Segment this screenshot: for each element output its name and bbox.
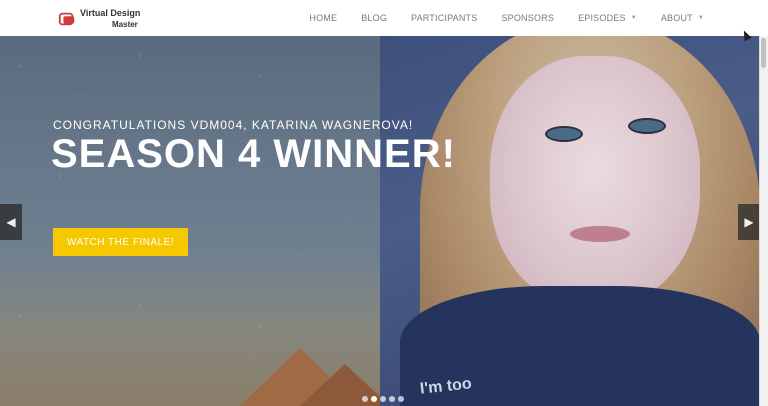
chevron-right-icon: ▶ xyxy=(744,215,754,229)
vdm-logo-icon xyxy=(58,12,75,26)
main-nav: HOME BLOG PARTICIPANTS SPONSORS EPISODES… xyxy=(285,0,704,36)
nav-about[interactable]: ABOUT ▼ xyxy=(661,13,704,23)
nav-sponsors-label: SPONSORS xyxy=(501,13,555,23)
logo-line1: Virtual Design xyxy=(80,8,141,18)
nav-episodes[interactable]: EPISODES ▼ xyxy=(578,13,637,23)
nav-blog[interactable]: BLOG xyxy=(361,13,387,23)
slider-dot-3[interactable] xyxy=(380,396,386,402)
nav-home-label: HOME xyxy=(309,13,338,23)
nav-participants-label: PARTICIPANTS xyxy=(411,13,478,23)
chevron-left-icon: ◀ xyxy=(6,215,16,229)
slider-dot-1[interactable] xyxy=(362,396,368,402)
nav-home[interactable]: HOME xyxy=(309,13,337,23)
slider-dot-5[interactable] xyxy=(398,396,404,402)
photo-eye-right xyxy=(628,118,666,134)
photo-face xyxy=(490,56,700,306)
slider-next-button[interactable]: ▶ xyxy=(738,204,760,240)
watch-finale-button[interactable]: WATCH THE FINALE! xyxy=(53,228,188,256)
slider-prev-button[interactable]: ◀ xyxy=(0,204,22,240)
nav-participants[interactable]: PARTICIPANTS xyxy=(411,13,477,23)
slider-dot-2[interactable] xyxy=(371,396,377,402)
hero-slider: I'm too CONGRATULATIONS VDM004, KATARINA… xyxy=(0,36,760,406)
hero-background-sky xyxy=(0,36,390,406)
logo-text: Virtual Design Master xyxy=(80,8,140,30)
winner-photo: I'm too xyxy=(380,36,760,406)
chevron-down-icon: ▼ xyxy=(630,15,637,21)
nav-episodes-label: EPISODES xyxy=(578,13,626,23)
chevron-down-icon: ▼ xyxy=(697,15,704,21)
slider-dots xyxy=(362,396,407,402)
scrollbar-thumb[interactable] xyxy=(761,38,766,68)
photo-eye-left xyxy=(545,126,583,142)
site-header: Virtual Design Master HOME BLOG PARTICIP… xyxy=(0,0,768,37)
nav-sponsors[interactable]: SPONSORS xyxy=(501,13,554,23)
photo-lips xyxy=(570,226,630,242)
nav-about-label: ABOUT xyxy=(660,13,693,23)
hero-headline: SEASON 4 WINNER! xyxy=(51,132,456,176)
slider-dot-4[interactable] xyxy=(389,396,395,402)
nav-blog-label: BLOG xyxy=(361,13,388,23)
site-logo[interactable]: Virtual Design Master xyxy=(58,7,140,31)
page-scrollbar[interactable] xyxy=(759,36,768,406)
hero-kicker: CONGRATULATIONS VDM004, KATARINA WAGNERO… xyxy=(53,118,414,132)
logo-line2: Master xyxy=(112,20,138,29)
